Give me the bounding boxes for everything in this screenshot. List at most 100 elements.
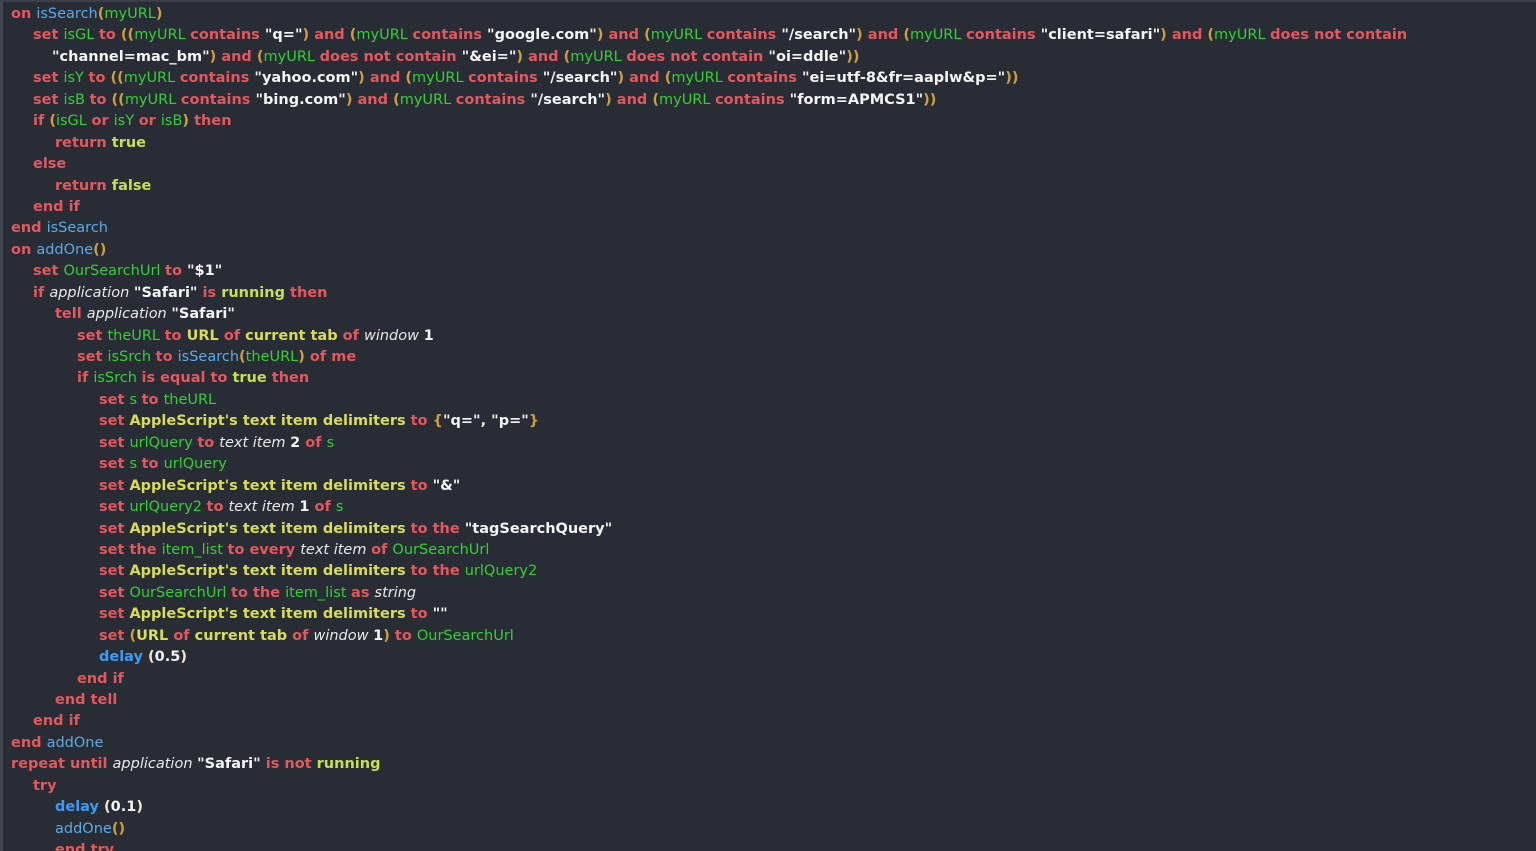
code-token: return [55,178,112,194]
code-token: "Safari" [134,285,203,301]
code-line-34: end if [3,711,1536,732]
code-token: ( [257,49,264,65]
code-token: myURL [671,70,727,86]
code-token: set [77,328,107,344]
code-token: ) [180,649,187,665]
code-token: to [142,392,164,408]
code-token: set [99,392,129,408]
code-token: s [336,499,344,515]
code-line-13: set OurSearchUrl to "$1" [3,261,1536,282]
code-token: contains [707,27,782,43]
code-token: "form=APMCS1" [790,92,924,108]
code-token: "ei=utf-8&fr=aaplw&p=" [802,70,1005,86]
code-line-28: set OurSearchUrl to the item_list as str… [3,583,1536,604]
code-token: set the [99,542,162,558]
code-token: end if [33,199,80,215]
code-token: repeat until [11,756,113,772]
code-token: or [139,113,161,129]
code-line-5: set isB to ((myURL contains "bing.com") … [3,90,1536,111]
code-token: item_list [285,585,351,601]
code-token: OurSearchUrl [129,585,231,601]
code-token: if [33,113,49,129]
code-token: myURL [570,49,626,65]
code-token: of [224,328,245,344]
code-token: urlQuery [129,435,197,451]
code-token: end [11,220,47,236]
code-editor[interactable]: on isSearch(myURL)set isGL to ((myURL co… [0,0,1536,851]
code-token: is equal to [142,370,233,386]
code-line-38: delay (0.1) [3,797,1536,818]
code-token: isY [114,113,139,129]
code-token: myURL [264,49,320,65]
code-token: else [33,156,66,172]
code-token: ( [49,113,56,129]
code-line-20: set AppleScript's text item delimiters t… [3,411,1536,432]
code-token: contains [181,92,256,108]
code-token: addOne [55,821,112,837]
code-token: to the [411,521,465,537]
code-token: contains [966,27,1041,43]
code-token: ( [393,92,400,108]
code-token: isY [63,70,88,86]
code-token: myURL [910,27,966,43]
code-token: , [481,413,492,429]
code-line-35: end addOne [3,733,1536,754]
code-token: to [89,70,111,86]
code-line-27: set AppleScript's text item delimiters t… [3,561,1536,582]
code-line-40: end try [3,840,1536,851]
code-token: () [93,242,106,258]
code-token: true [112,135,146,151]
code-line-29: set AppleScript's text item delimiters t… [3,604,1536,625]
code-token: "tagSearchQuery" [465,521,612,537]
code-token: "/search" [530,92,605,108]
code-line-17: set isSrch to isSearch(theURL) of me [3,347,1536,368]
code-token: urlQuery2 [465,563,537,579]
code-line-19: set s to theURL [3,390,1536,411]
code-token: isSearch [36,6,97,22]
code-content: on isSearch(myURL)set isGL to ((myURL co… [3,2,1536,851]
code-token: ) [1160,27,1167,43]
code-token: 1 [373,628,383,644]
code-token: is [203,285,222,301]
code-token: )) [1005,70,1018,86]
code-token: try [33,778,57,794]
code-token: AppleScript's text item delimiters [129,478,410,494]
code-token: ( [644,27,651,43]
code-token: then [290,285,327,301]
code-token: current tab [245,328,343,344]
code-token: of [343,328,364,344]
code-token: myURL [104,6,155,22]
code-token: to [197,435,219,451]
code-token: set [99,563,129,579]
code-token: "&ei=" [462,49,517,65]
code-token: set [99,606,129,622]
code-token: delay [55,799,104,815]
code-token: contains [727,70,802,86]
code-token: set [33,70,63,86]
code-token: ) [358,70,365,86]
code-token: "channel=mac_bm" [52,49,210,65]
code-line-33: end tell [3,690,1536,711]
code-token: and [216,49,257,65]
code-line-18: if isSrch is equal to true then [3,368,1536,389]
code-token: "oi=ddle" [768,49,846,65]
code-token: "p=" [491,413,529,429]
code-token: then [189,113,231,129]
code-token: isB [63,92,89,108]
code-token: "" [433,606,448,622]
code-token: ) [383,628,390,644]
code-token: does not contain [320,49,462,65]
code-token: and [863,27,904,43]
code-token: contains [456,92,531,108]
code-token: isSearch [47,220,108,236]
code-token: set [77,349,107,365]
code-token: set [99,413,129,429]
code-token: return [55,135,112,151]
code-token: AppleScript's text item delimiters [129,413,410,429]
code-token: )) [846,49,859,65]
code-token: "google.com" [487,27,597,43]
code-token: as [351,585,374,601]
code-token: { [433,413,443,429]
code-line-11: end isSearch [3,218,1536,239]
code-token: )) [923,92,936,108]
